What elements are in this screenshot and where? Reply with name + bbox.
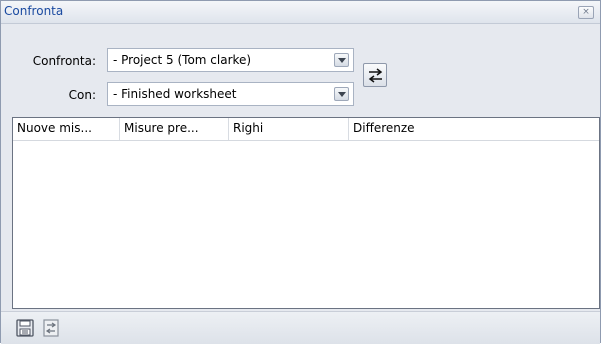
chevron-down-icon [338,92,346,97]
column-header-differenze[interactable]: Differenze [349,118,599,140]
confronta-value: - Project 5 (Tom clarke) [113,53,252,67]
window-title: Confronta [4,4,64,18]
confronta-dropdown-button[interactable] [334,53,349,67]
column-header-misure-precedenti[interactable]: Misure pre... [120,118,229,140]
close-button[interactable]: × [578,6,594,19]
column-header-righi[interactable]: Righi [229,118,349,140]
close-icon: × [582,7,590,17]
compare-button[interactable] [41,318,61,338]
con-label: Con: [68,88,96,102]
compare-icon [43,319,59,337]
con-value: - Finished worksheet [113,87,237,101]
save-icon [16,319,34,337]
table-header: Nuove mis... Misure pre... Righi Differe… [13,118,599,141]
comparison-table: Nuove mis... Misure pre... Righi Differe… [12,117,600,309]
chevron-down-icon [338,58,346,63]
save-button[interactable] [15,318,35,338]
compare-panel: Confronta × Confronta: - Project 5 (Tom … [0,0,601,344]
swap-button[interactable] [363,63,387,87]
swap-icon [368,68,383,83]
con-dropdown[interactable]: - Finished worksheet [107,82,354,106]
title-bar: Confronta × [1,1,600,24]
confronta-label: Confronta: [32,54,96,68]
confronta-dropdown[interactable]: - Project 5 (Tom clarke) [107,48,354,72]
column-header-nuove-misure[interactable]: Nuove mis... [13,118,120,140]
con-dropdown-button[interactable] [334,87,349,101]
bottom-toolbar [1,311,600,344]
